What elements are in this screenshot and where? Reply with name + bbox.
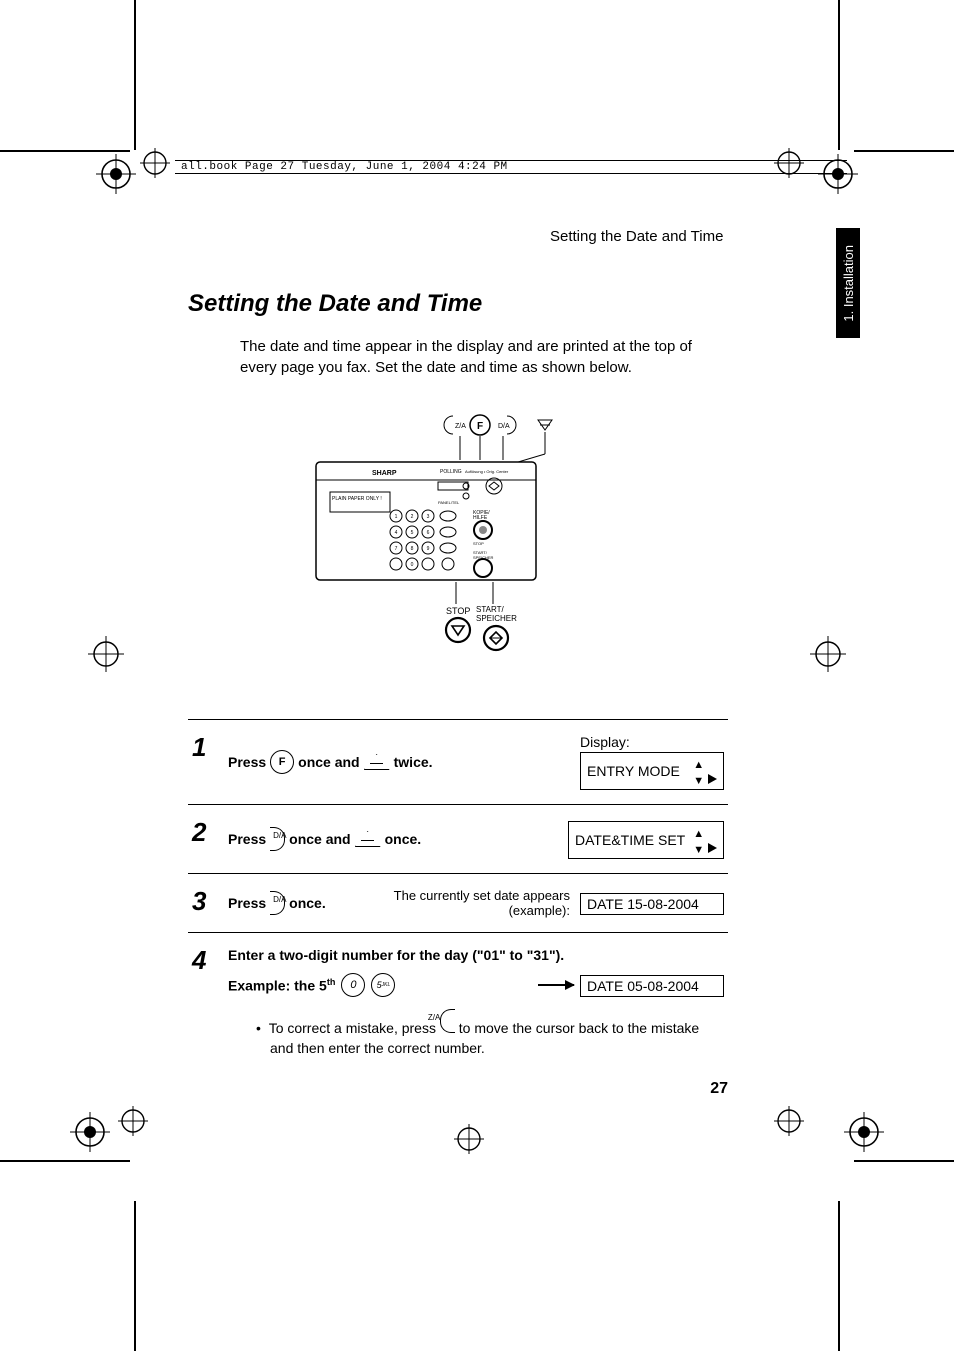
step-number: 3 bbox=[192, 888, 214, 914]
svg-text:START/: START/ bbox=[476, 605, 504, 614]
down-key-icon bbox=[364, 754, 390, 770]
da-key-icon: D/A bbox=[270, 891, 285, 915]
registration-mark-icon bbox=[118, 1106, 148, 1136]
svg-text:PLAIN PAPER ONLY !: PLAIN PAPER ONLY ! bbox=[332, 496, 382, 502]
step-instruction: Press D/A once. bbox=[228, 891, 326, 915]
svg-text:4: 4 bbox=[395, 530, 398, 536]
svg-text:1: 1 bbox=[395, 514, 398, 520]
key-label: Z/A bbox=[455, 423, 466, 430]
step-instruction: Enter a two-digit number for the day ("0… bbox=[228, 947, 724, 963]
svg-text:Auflösung • Orig. Center: Auflösung • Orig. Center bbox=[465, 469, 509, 474]
digit-key-icon: 5JKL bbox=[371, 973, 395, 997]
svg-text:PANEL/TEL: PANEL/TEL bbox=[438, 500, 460, 505]
svg-text:3: 3 bbox=[427, 514, 430, 520]
lcd-readout: DATE 05-08-2004 bbox=[580, 975, 724, 997]
registration-mark-icon bbox=[844, 1112, 884, 1152]
svg-text:STOP: STOP bbox=[473, 541, 484, 546]
crop-mark bbox=[134, 1201, 136, 1351]
step-row: 1 Press F once and twice. Display: ENTRY… bbox=[188, 720, 728, 805]
lcd-readout: DATE&TIME SET ▲▼ bbox=[568, 821, 724, 859]
brand-label: SHARP bbox=[372, 470, 397, 477]
svg-text:SPEICHER: SPEICHER bbox=[476, 614, 517, 623]
fax-illustration: Z/A F D/A SHARP bbox=[308, 406, 608, 671]
running-head: Setting the Date and Time bbox=[550, 228, 723, 245]
za-key-icon: Z/A bbox=[440, 1009, 455, 1033]
source-file-strip: all.book Page 27 Tuesday, June 1, 2004 4… bbox=[175, 160, 847, 174]
step-instruction: Press F once and twice. bbox=[228, 750, 433, 774]
svg-text:POLLING: POLLING bbox=[440, 469, 462, 475]
lcd-readout: DATE 15-08-2004 bbox=[580, 893, 724, 915]
step-row: 2 Press D/A once and once. DATE&TIME SET… bbox=[188, 805, 728, 874]
example-label: Example: the 5 bbox=[228, 977, 327, 993]
registration-mark-icon bbox=[454, 1124, 484, 1154]
registration-mark-icon bbox=[88, 636, 124, 672]
svg-text:F: F bbox=[477, 421, 483, 432]
step-instruction: Press D/A once and once. bbox=[228, 827, 421, 851]
step-number: 1 bbox=[192, 734, 214, 760]
svg-text:7: 7 bbox=[395, 546, 398, 552]
registration-mark-icon bbox=[96, 154, 136, 194]
down-key-icon bbox=[355, 831, 381, 847]
step-list: 1 Press F once and twice. Display: ENTRY… bbox=[188, 719, 728, 1073]
da-key-icon: D/A bbox=[270, 827, 285, 851]
registration-mark-icon bbox=[140, 148, 170, 178]
step-row: 4 Enter a two-digit number for the day (… bbox=[188, 933, 728, 1073]
crop-mark bbox=[134, 0, 136, 150]
step-number: 2 bbox=[192, 819, 214, 845]
correction-note: • To correct a mistake, press Z/A to mov… bbox=[256, 1009, 724, 1059]
crop-mark bbox=[838, 0, 840, 150]
svg-text:HILFE: HILFE bbox=[473, 515, 488, 521]
crop-mark bbox=[0, 1160, 130, 1162]
step-number: 4 bbox=[192, 947, 214, 973]
crop-mark bbox=[854, 150, 954, 152]
step-row: 3 Press D/A once. The currently set date… bbox=[188, 874, 728, 933]
registration-mark-icon bbox=[70, 1112, 110, 1152]
svg-text:6: 6 bbox=[427, 530, 430, 536]
section-tab: 1. Installation bbox=[836, 228, 860, 338]
arrow-right-icon bbox=[538, 984, 574, 986]
registration-mark-icon bbox=[810, 636, 846, 672]
svg-text:2: 2 bbox=[411, 514, 414, 520]
crop-mark bbox=[838, 1201, 840, 1351]
step-aside: The currently set date appears (example)… bbox=[336, 888, 570, 918]
svg-text:5: 5 bbox=[411, 530, 414, 536]
svg-text:9: 9 bbox=[427, 546, 430, 552]
crop-mark bbox=[854, 1160, 954, 1162]
section-tab-label: 1. Installation bbox=[841, 245, 856, 322]
crop-mark bbox=[0, 150, 130, 152]
stop-label: STOP bbox=[446, 606, 470, 616]
svg-text:8: 8 bbox=[411, 546, 414, 552]
page-number: 27 bbox=[710, 1080, 728, 1098]
lcd-readout: ENTRY MODE ▲▼ bbox=[580, 752, 724, 790]
intro-paragraph: The date and time appear in the display … bbox=[240, 336, 728, 378]
function-key-icon: F bbox=[270, 750, 294, 774]
page-title: Setting the Date and Time bbox=[188, 290, 728, 318]
svg-text:D/A: D/A bbox=[498, 423, 510, 430]
registration-mark-icon bbox=[774, 1106, 804, 1136]
digit-key-icon: 0 bbox=[341, 973, 365, 997]
display-heading: Display: bbox=[580, 734, 724, 750]
svg-text:0: 0 bbox=[411, 562, 414, 568]
